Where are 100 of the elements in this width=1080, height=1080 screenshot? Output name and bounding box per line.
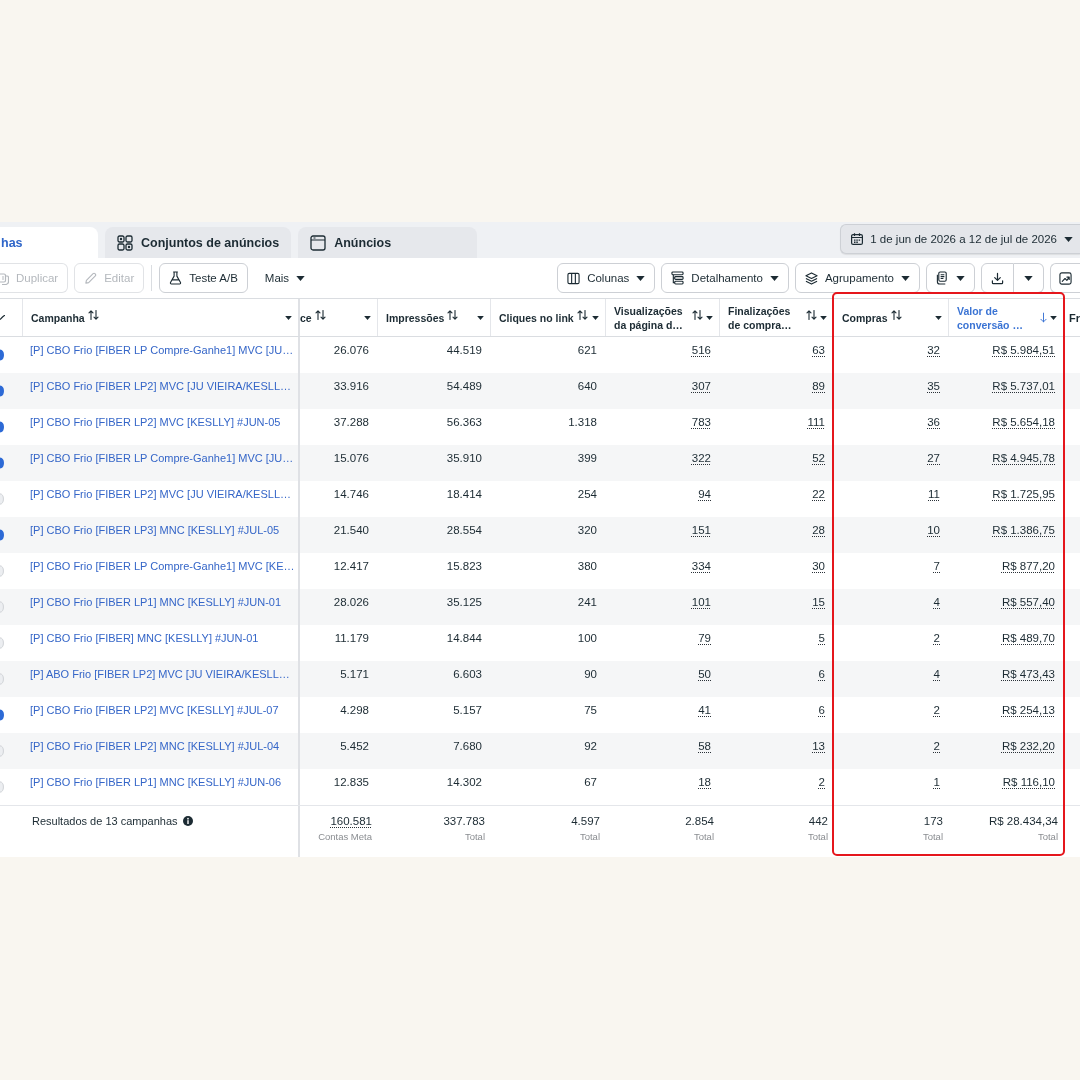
column-header[interactable]: Impressões (377, 299, 490, 336)
table-cell: 90 (584, 667, 597, 681)
table-cell: 11.179 (334, 631, 369, 645)
column-header[interactable]: ce (300, 299, 377, 336)
campaign-link[interactable]: [P] CBO Frio [FIBER LP Compre-Ganhe1] MVC [JU… (30, 344, 294, 356)
columns-button[interactable]: Colunas (557, 263, 656, 293)
toggle-switch[interactable] (0, 457, 4, 469)
column-header[interactable]: Compras (833, 299, 948, 336)
toggle-switch[interactable] (0, 529, 4, 541)
caret-icon (636, 275, 646, 281)
campaign-link[interactable]: [P] CBO Frio [FIBER LP2] MVC [KESLLY] #JUL-07 (30, 704, 279, 716)
campaign-link[interactable]: [P] CBO Frio [FIBER LP3] MNC [KESLLY] #JUL-05 (30, 524, 280, 536)
caret-icon (820, 315, 827, 320)
toggle-switch[interactable] (0, 421, 4, 433)
total-label: Total (693, 831, 714, 843)
column-header[interactable]: Campanha (22, 299, 300, 336)
table-cell: 41 (698, 703, 711, 717)
table-cell: 7.680 (453, 739, 482, 753)
table-cell: 63 (812, 343, 825, 357)
total-value: 2.854 (685, 814, 714, 828)
column-header[interactable]: Fr (1063, 299, 1080, 336)
table-cell: 94 (698, 487, 711, 501)
more-button[interactable]: Mais (253, 263, 313, 293)
tab[interactable]: Conjuntos de anúncios (105, 227, 292, 258)
table-cell: R$ 1.725,95 (992, 487, 1055, 501)
toggle-switch[interactable] (0, 709, 4, 721)
sort-icon (447, 310, 459, 320)
toggle-switch[interactable] (0, 385, 4, 397)
campaign-link[interactable]: [P] CBO Frio [FIBER LP1] MNC [KESLLY] #JUN-01 (30, 596, 282, 608)
campaign-link[interactable]: [P] CBO Frio [FIBER LP2] MVC [KESLLY] #JUN-05 (30, 416, 281, 428)
window-icon (310, 234, 327, 251)
total-value: R$ 28.434,34 (988, 814, 1058, 828)
download-menu-button[interactable] (1014, 263, 1044, 293)
table-cell: 2 (933, 631, 940, 645)
table-cell: 35.910 (446, 451, 482, 465)
total-label: Total (579, 831, 600, 843)
table-cell: 4 (933, 595, 940, 609)
table-cell: R$ 5.654,18 (992, 415, 1055, 429)
caret-icon (296, 275, 306, 281)
ab-test-button[interactable]: Teste A/B (159, 263, 248, 293)
grouping-button[interactable]: Agrupamento (794, 263, 920, 293)
table-cell: 307 (691, 379, 711, 393)
table-cell: 640 (577, 379, 597, 393)
column-header[interactable]: Cliques no link (490, 299, 605, 336)
table-cell: 4.298 (340, 703, 369, 717)
table-cell: 151 (691, 523, 711, 537)
calendar-icon (851, 233, 864, 245)
column-header[interactable]: Valor de conversão … (948, 299, 1063, 336)
download-icon (991, 271, 1004, 285)
column-header[interactable]: Finalizações de compra… (719, 299, 833, 336)
reports-button[interactable] (926, 263, 975, 293)
caret-icon (285, 315, 292, 320)
column-header[interactable]: Visualizações da página d… (605, 299, 719, 336)
table-cell: 28 (812, 523, 825, 537)
info-icon[interactable] (182, 816, 193, 826)
table-cell: 21.540 (333, 523, 369, 537)
table-cell: 5 (818, 631, 825, 645)
caret-icon (935, 315, 942, 320)
table-cell: R$ 5.737,01 (992, 379, 1055, 393)
table-cell: 27 (927, 451, 940, 465)
campaign-link[interactable]: [P] CBO Frio [FIBER LP Compre-Ganhe1] MVC [KE… (30, 560, 295, 572)
total-value: 337.783 (443, 814, 485, 828)
campaign-link[interactable]: [P] CBO Frio [FIBER LP1] MNC [KESLLY] #JUN-06 (30, 776, 282, 788)
table-cell: 18 (698, 775, 711, 789)
table-cell: 621 (577, 343, 597, 357)
table-cell: 6 (818, 667, 825, 681)
table-cell: 79 (698, 631, 711, 645)
table-cell: 58 (698, 739, 711, 753)
table-cell: 13 (812, 739, 825, 753)
table-cell: R$ 4.945,78 (992, 451, 1055, 465)
sort-icon (87, 310, 99, 320)
campaign-link[interactable]: [P] ABO Frio [FIBER LP2] MVC [JU VIEIRA/KESLL… (30, 668, 290, 680)
tab[interactable]: Anúncios (298, 227, 478, 258)
table-cell: 32 (927, 343, 940, 357)
campaign-link[interactable]: [P] CBO Frio [FIBER] MNC [KESLLY] #JUN-01 (30, 632, 259, 644)
table-cell: 26.076 (333, 343, 369, 357)
trend-button[interactable] (1050, 263, 1080, 293)
table-cell: 11 (928, 487, 940, 501)
table-cell: 6.603 (453, 667, 482, 681)
table-cell: 5.452 (340, 739, 369, 753)
table-cell: 7 (933, 559, 940, 573)
date-range-button[interactable]: 1 de jun de 2026 a 12 de jul de 2026 (840, 224, 1080, 254)
sort-icon (806, 310, 817, 320)
campaign-link[interactable]: [P] CBO Frio [FIBER LP2] MVC [JU VIEIRA/KESLL… (30, 380, 291, 392)
caret-icon (706, 315, 713, 320)
columns-icon (567, 271, 581, 285)
caret-icon (1024, 275, 1033, 281)
campaign-link[interactable]: [P] CBO Frio [FIBER LP Compre-Ganhe1] MVC [JU… (30, 452, 294, 464)
download-button[interactable] (981, 263, 1014, 293)
table-cell: R$ 254,13 (1001, 703, 1055, 717)
toggle-switch[interactable] (0, 349, 4, 361)
breakdown-button[interactable]: Detalhamento (661, 263, 789, 293)
tab[interactable]: has (0, 227, 98, 258)
campaign-link[interactable]: [P] CBO Frio [FIBER LP2] MVC [JU VIEIRA/KESLL… (30, 488, 291, 500)
table-cell: 35.125 (446, 595, 482, 609)
campaign-link[interactable]: [P] CBO Frio [FIBER LP2] MNC [KESLLY] #JUL-04 (30, 740, 280, 752)
table-cell: 37.288 (333, 415, 369, 429)
caret-icon (1050, 315, 1057, 320)
table-cell: 783 (691, 415, 711, 429)
total-label: Total (807, 831, 828, 843)
